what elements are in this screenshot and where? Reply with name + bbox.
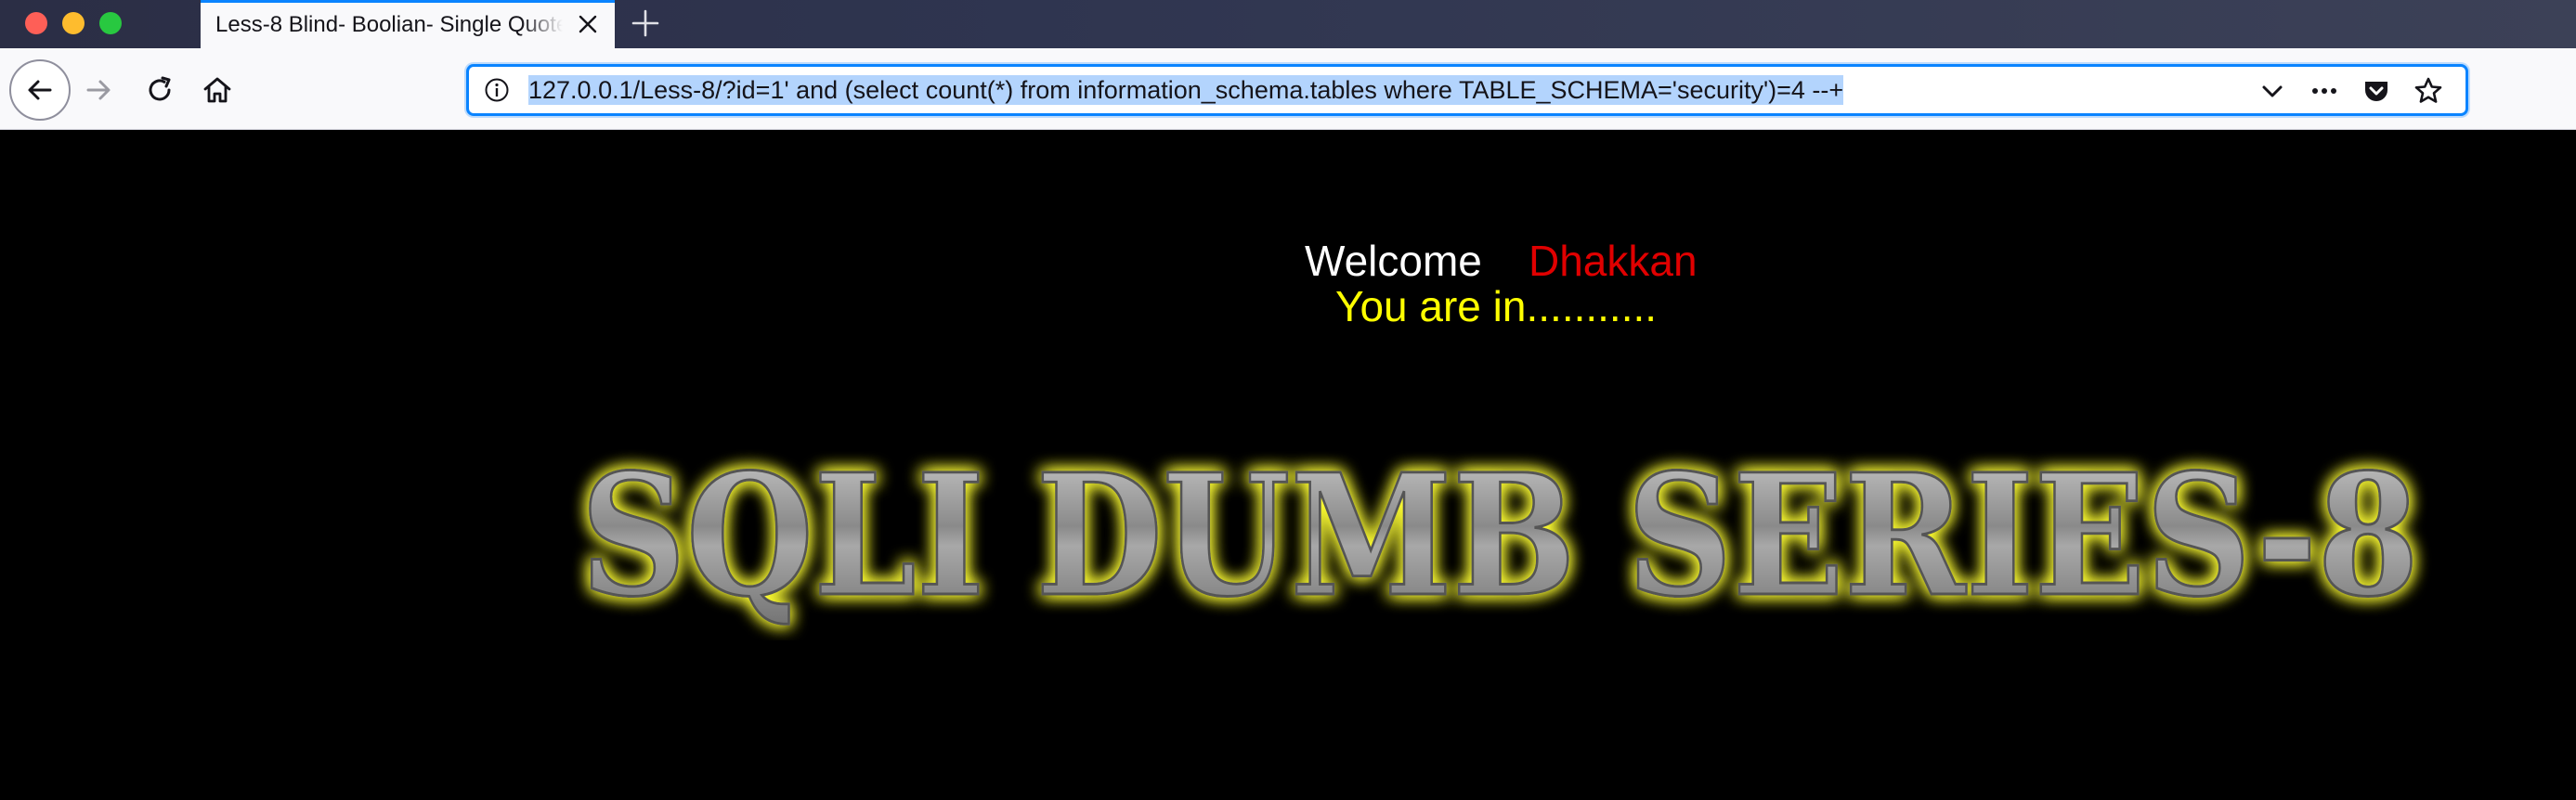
page-content: Welcome Dhakkan You are in........... SQ… bbox=[0, 130, 2576, 800]
status-message: You are in........... bbox=[1335, 282, 1658, 330]
home-button[interactable] bbox=[189, 62, 245, 118]
back-button[interactable] bbox=[9, 59, 71, 121]
close-window-button[interactable] bbox=[25, 12, 47, 34]
banner-text: SQLI DUMB SERIES-8 bbox=[580, 438, 2419, 634]
tab-title: Less-8 Blind- Boolian- Single Quotes- St… bbox=[215, 12, 563, 37]
home-icon bbox=[203, 77, 231, 103]
plus-icon[interactable] bbox=[630, 7, 661, 39]
series-banner: SQLI DUMB SERIES-8 bbox=[579, 437, 2421, 636]
pocket-icon[interactable] bbox=[2361, 76, 2391, 106]
star-icon[interactable] bbox=[2413, 76, 2443, 106]
reload-button[interactable] bbox=[132, 62, 188, 118]
minimize-window-button[interactable] bbox=[62, 12, 85, 34]
url-text[interactable]: 127.0.0.1/Less-8/?id=1' and (select coun… bbox=[528, 75, 1844, 105]
tab-active[interactable]: Less-8 Blind- Boolian- Single Quotes- St… bbox=[201, 0, 615, 50]
chevron-down-icon[interactable] bbox=[2257, 76, 2287, 106]
browser-window: Less-8 Blind- Boolian- Single Quotes- St… bbox=[0, 0, 2576, 800]
tab-strip: Less-8 Blind- Boolian- Single Quotes- St… bbox=[0, 0, 2576, 50]
zoom-window-button[interactable] bbox=[99, 12, 122, 34]
close-icon[interactable] bbox=[576, 12, 600, 36]
reload-icon bbox=[149, 76, 171, 101]
forward-arrow-icon bbox=[86, 80, 111, 100]
welcome-label: Welcome bbox=[1305, 237, 1482, 285]
username-text: Dhakkan bbox=[1529, 237, 1698, 285]
address-bar[interactable]: 127.0.0.1/Less-8/?id=1' and (select coun… bbox=[466, 64, 2468, 116]
navigation-toolbar: 127.0.0.1/Less-8/?id=1' and (select coun… bbox=[0, 48, 2576, 130]
forward-button[interactable] bbox=[71, 62, 126, 118]
info-icon[interactable] bbox=[484, 77, 510, 103]
back-arrow-icon bbox=[28, 80, 52, 100]
more-icon[interactable] bbox=[2309, 76, 2339, 106]
